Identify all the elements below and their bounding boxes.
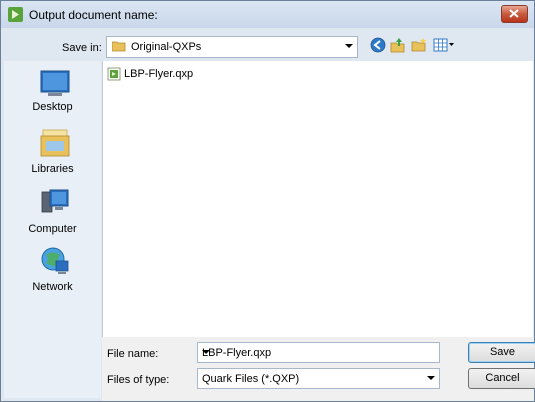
view-menu-icon[interactable] <box>433 37 455 53</box>
back-icon[interactable] <box>370 37 386 53</box>
desktop-icon <box>40 70 70 96</box>
place-libraries[interactable]: Libraries <box>4 128 101 178</box>
save-button[interactable]: Save <box>468 342 535 363</box>
qxp-file-icon <box>107 67 121 81</box>
file-name-value: LBP-Flyer.qxp <box>202 347 272 359</box>
file-type-label: Files of type: <box>107 374 170 386</box>
file-list[interactable]: LBP-Flyer.qxp <box>102 61 533 337</box>
place-libraries-label: Libraries <box>31 163 74 175</box>
place-network-label: Network <box>32 281 73 293</box>
up-folder-icon[interactable] <box>390 37 406 53</box>
places-bar: Desktop Libraries Computer Network <box>4 61 101 398</box>
save-in-dropdown[interactable]: Original-QXPs <box>106 36 358 58</box>
save-dialog: Output document name: Save in: Original-… <box>0 0 535 402</box>
save-in-value: Original-QXPs <box>131 41 202 53</box>
close-button[interactable] <box>501 5 528 23</box>
title-bar[interactable]: Output document name: <box>1 1 534 28</box>
place-computer[interactable]: Computer <box>4 188 101 238</box>
libraries-icon <box>40 129 70 157</box>
place-computer-label: Computer <box>28 223 77 235</box>
place-network[interactable]: Network <box>4 246 101 296</box>
file-name-label: File name: <box>107 348 159 360</box>
chevron-down-icon[interactable] <box>345 44 353 48</box>
file-type-value: Quark Files (*.QXP) <box>202 373 300 385</box>
folder-icon <box>112 41 126 52</box>
place-desktop-label: Desktop <box>32 101 73 113</box>
file-name-text: LBP-Flyer.qxp <box>124 68 194 80</box>
save-in-label: Save in: <box>62 42 102 54</box>
dialog-title: Output document name: <box>29 8 158 22</box>
file-name-input[interactable]: LBP-Flyer.qxp <box>197 342 440 363</box>
cancel-button[interactable]: Cancel <box>468 368 535 389</box>
close-icon <box>509 9 519 18</box>
file-type-dropdown[interactable]: Quark Files (*.QXP) <box>197 368 440 389</box>
computer-icon <box>41 189 69 213</box>
place-desktop[interactable]: Desktop <box>4 68 101 118</box>
quark-app-icon <box>8 7 23 22</box>
chevron-down-icon[interactable] <box>427 376 435 380</box>
form-area: File name: LBP-Flyer.qxp Save Files of t… <box>102 337 535 401</box>
network-icon <box>41 247 69 274</box>
new-folder-icon[interactable] <box>411 37 427 53</box>
chevron-down-icon[interactable] <box>202 350 210 354</box>
